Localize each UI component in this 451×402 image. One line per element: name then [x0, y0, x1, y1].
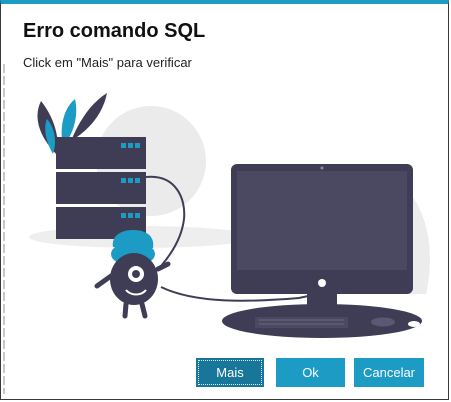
mouse-pad-highlight — [408, 321, 420, 327]
cancel-button[interactable]: Cancelar — [354, 358, 424, 387]
server-unit-1 — [56, 137, 146, 169]
ok-button[interactable]: Ok — [276, 358, 345, 387]
mouse — [371, 317, 395, 327]
keyboard — [255, 317, 348, 328]
monitor — [222, 164, 422, 338]
server-monitor-illustration — [29, 93, 430, 338]
monitor-power-icon — [318, 279, 326, 287]
monitor-screen — [237, 171, 407, 270]
server-rack — [56, 137, 146, 239]
error-dialog: Erro comando SQL Click em "Mais" para ve… — [0, 0, 449, 400]
server-unit-2 — [56, 172, 146, 204]
more-button[interactable]: Mais — [196, 358, 264, 387]
